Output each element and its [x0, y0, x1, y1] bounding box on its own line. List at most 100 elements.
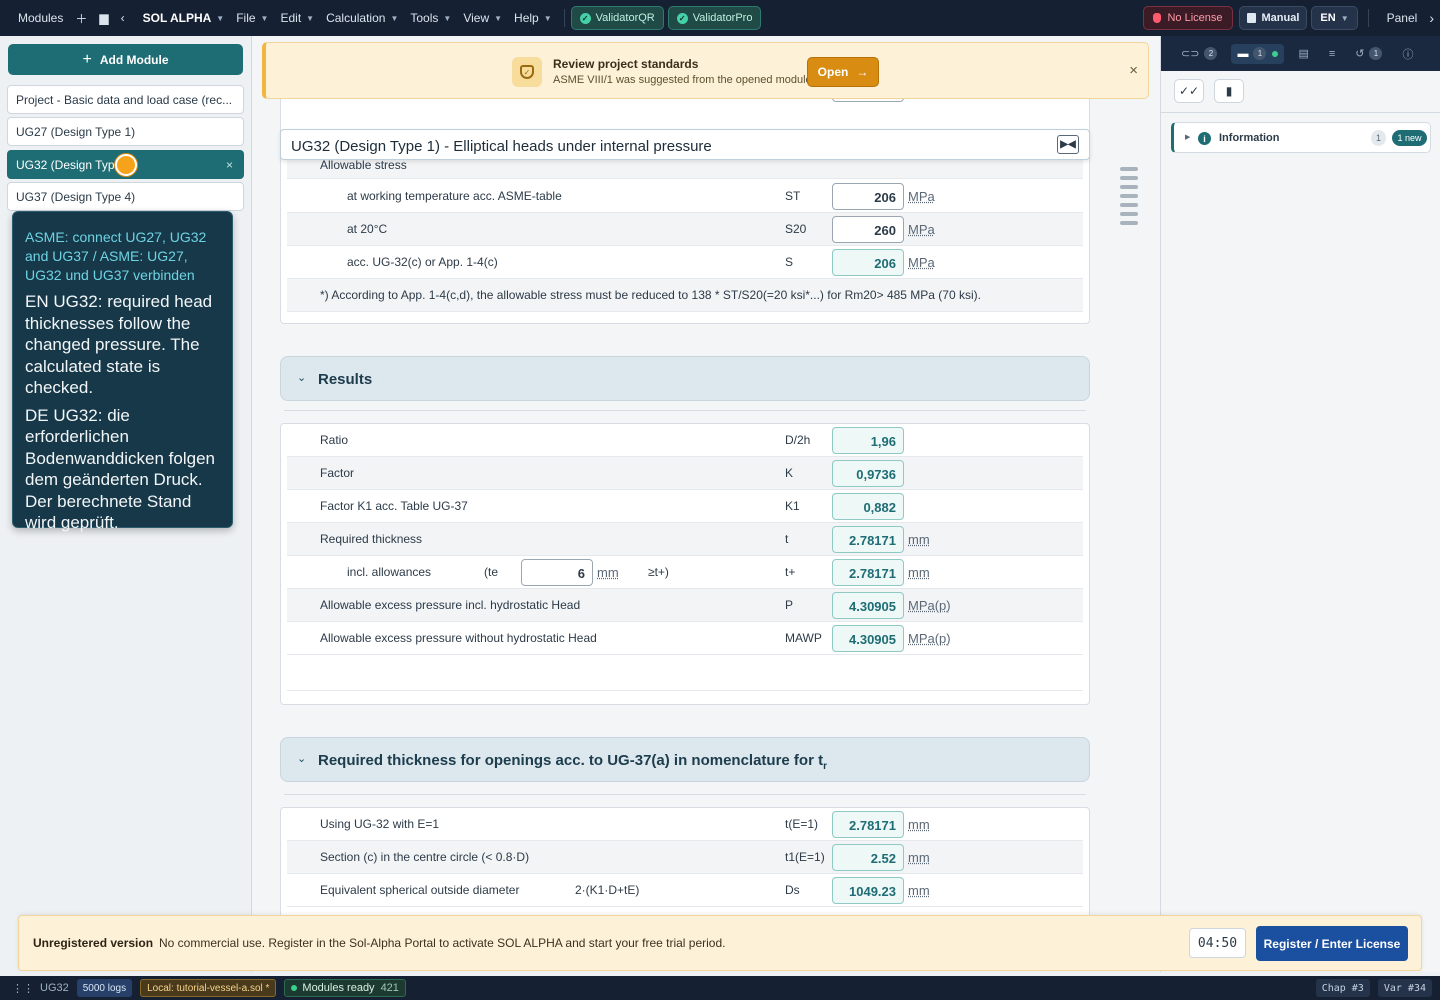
menu-help[interactable]: Help ▼	[508, 0, 558, 36]
tab-help[interactable]: ⓘ	[1396, 44, 1419, 64]
s20-input[interactable]: 260	[832, 216, 904, 243]
row-unit[interactable]: MPa(p)	[908, 631, 951, 646]
close-icon[interactable]: ×	[1129, 62, 1138, 79]
row-unit[interactable]: mm	[908, 850, 930, 865]
row-symbol: t1(E=1)	[785, 850, 825, 864]
row-unit[interactable]: mm	[908, 565, 930, 580]
information-group[interactable]: ▶ i Information 1 1 new	[1171, 122, 1431, 153]
module-item-ug37[interactable]: UG37 (Design Type 4)	[7, 182, 244, 211]
tab-comments[interactable]: ▬ 1	[1231, 43, 1285, 64]
manual-button[interactable]: Manual	[1238, 6, 1308, 30]
scroll-indicator[interactable]	[1120, 167, 1138, 171]
row-unit[interactable]: mm	[908, 817, 930, 832]
row-symbol: D/2h	[785, 433, 811, 447]
module-item-label: UG32 (Design Type	[16, 157, 122, 172]
chevron-down-icon: ▼	[306, 13, 315, 23]
table-row: *) According to App. 1-4(c,d), the allow…	[287, 279, 1083, 312]
ds-value: 1049.23	[832, 877, 904, 904]
plus-icon: +	[82, 50, 92, 68]
table-row: Factor K1 acc. Table UG-37 K1 0,882	[287, 490, 1083, 523]
panel-label: Panel	[1386, 11, 1418, 25]
menu-edit-label: Edit	[280, 11, 302, 25]
chapter-badge[interactable]: Chap #3	[1315, 979, 1370, 997]
no-license-button[interactable]: No License	[1143, 6, 1233, 30]
row-unit[interactable]: MPa	[908, 222, 935, 237]
row-unit[interactable]: mm	[908, 532, 930, 547]
t-e1-value: 2.78171	[832, 811, 904, 838]
row-unit[interactable]: mm	[908, 883, 930, 898]
modules-menu[interactable]: Modules	[12, 0, 69, 36]
scroll-indicator[interactable]	[1120, 212, 1138, 216]
report-icon: ▤	[1298, 48, 1309, 60]
tooltip-title: ASME: connect UG27, UG32 and UG37 / ASME…	[25, 229, 207, 283]
information-count: 1	[1371, 130, 1386, 146]
menu-file[interactable]: File ▼	[230, 0, 274, 36]
menu-calculation-label: Calculation	[326, 11, 386, 25]
table-row: acc. UG-32(c) or App. 1-4(c) S 206 MPa	[287, 246, 1083, 279]
menu-edit[interactable]: Edit ▼	[274, 0, 320, 36]
row-symbol: K	[785, 466, 794, 480]
row-unit[interactable]: MPa(p)	[908, 598, 951, 613]
tab-report[interactable]: ▤	[1292, 44, 1314, 64]
st-input[interactable]: 206	[832, 183, 904, 210]
scroll-indicator[interactable]	[1120, 176, 1138, 180]
mark-all-read-button[interactable]: ✓✓	[1174, 79, 1204, 103]
scroll-indicator[interactable]	[1120, 194, 1138, 198]
scroll-indicator[interactable]	[1120, 221, 1138, 225]
arrow-right-icon: →	[856, 65, 869, 79]
open-button[interactable]: Open →	[807, 57, 879, 87]
add-module-icon[interactable]: ＋	[69, 0, 93, 36]
scroll-indicator[interactable]	[1120, 203, 1138, 207]
required-thickness-value: 2.78171	[832, 526, 904, 553]
validator-qr-label: ValidatorQR	[595, 12, 655, 24]
chevron-down-icon: ▼	[494, 13, 503, 23]
trash-icon: ▮	[1225, 84, 1233, 98]
tab-list[interactable]: ≡	[1323, 44, 1341, 64]
back-chevron-icon[interactable]: ‹	[115, 0, 131, 36]
variant-badge[interactable]: Var #34	[1377, 979, 1432, 997]
app-name-menu[interactable]: SOL ALPHA ▼	[137, 0, 231, 36]
menu-tools[interactable]: Tools ▼	[404, 0, 457, 36]
manual-label: Manual	[1261, 12, 1300, 24]
openings-title: Required thickness for openings acc. to …	[318, 752, 827, 772]
register-button[interactable]: Register / Enter License	[1256, 926, 1408, 961]
results-section-header[interactable]: ⌄ Results	[280, 356, 1090, 401]
table-row: Section (c) in the centre circle (< 0.8·…	[287, 841, 1083, 874]
chevron-down-icon: ▼	[216, 13, 225, 23]
row-symbol: S20	[785, 222, 807, 236]
modules-label: Modules	[18, 11, 64, 25]
module-item-ug27[interactable]: UG27 (Design Type 1)	[7, 117, 244, 146]
delete-button[interactable]: ▮	[1214, 79, 1244, 103]
row-symbol: MAWP	[785, 631, 822, 645]
openings-section-header[interactable]: ⌄ Required thickness for openings acc. t…	[280, 737, 1090, 782]
tab-history[interactable]: ↺ 1	[1349, 44, 1388, 64]
table-row: Equivalent spherical outside diameter 2·…	[287, 874, 1083, 907]
validator-qr-button[interactable]: ✓ ValidatorQR	[570, 6, 664, 30]
file-badge[interactable]: Local: tutorial-vessel-a.sol *	[140, 979, 277, 997]
modules-ready-count: 421	[380, 982, 399, 994]
scroll-indicator[interactable]	[1120, 185, 1138, 189]
collapse-icon[interactable]: ▶◀	[1057, 135, 1079, 154]
add-module-button[interactable]: + Add Module	[8, 44, 243, 75]
panel-toggle[interactable]: Panel ›	[1381, 0, 1440, 36]
tab-links[interactable]: ⊂⊃ 2	[1175, 44, 1223, 64]
modules-ready-badge[interactable]: Modules ready 421	[284, 979, 406, 997]
menu-calculation[interactable]: Calculation ▼	[320, 0, 404, 36]
close-module-icon[interactable]: ×	[226, 158, 233, 172]
table-row: Required thickness t 2.78171 mm	[287, 523, 1083, 556]
menu-view[interactable]: View ▼	[457, 0, 508, 36]
module-item-project[interactable]: Project - Basic data and load case (rec.…	[7, 85, 244, 114]
s-value: 206	[832, 249, 904, 276]
te-unit[interactable]: mm	[597, 565, 619, 580]
folder-icon[interactable]: ▆	[93, 0, 114, 36]
module-item-ug32[interactable]: UG32 (Design Type ×	[7, 150, 244, 179]
help-icon: ⓘ	[1402, 48, 1414, 61]
language-select[interactable]: EN ▼	[1311, 6, 1358, 30]
logs-badge[interactable]: 5000 logs	[76, 979, 133, 997]
row-unit[interactable]: MPa	[908, 255, 935, 270]
row-unit[interactable]: MPa	[908, 189, 935, 204]
te-input[interactable]: 6	[521, 559, 593, 586]
validator-pro-button[interactable]: ✓ ValidatorPro	[667, 6, 762, 30]
k1-value: 0,882	[832, 493, 904, 520]
menu-view-label: View	[463, 11, 490, 25]
